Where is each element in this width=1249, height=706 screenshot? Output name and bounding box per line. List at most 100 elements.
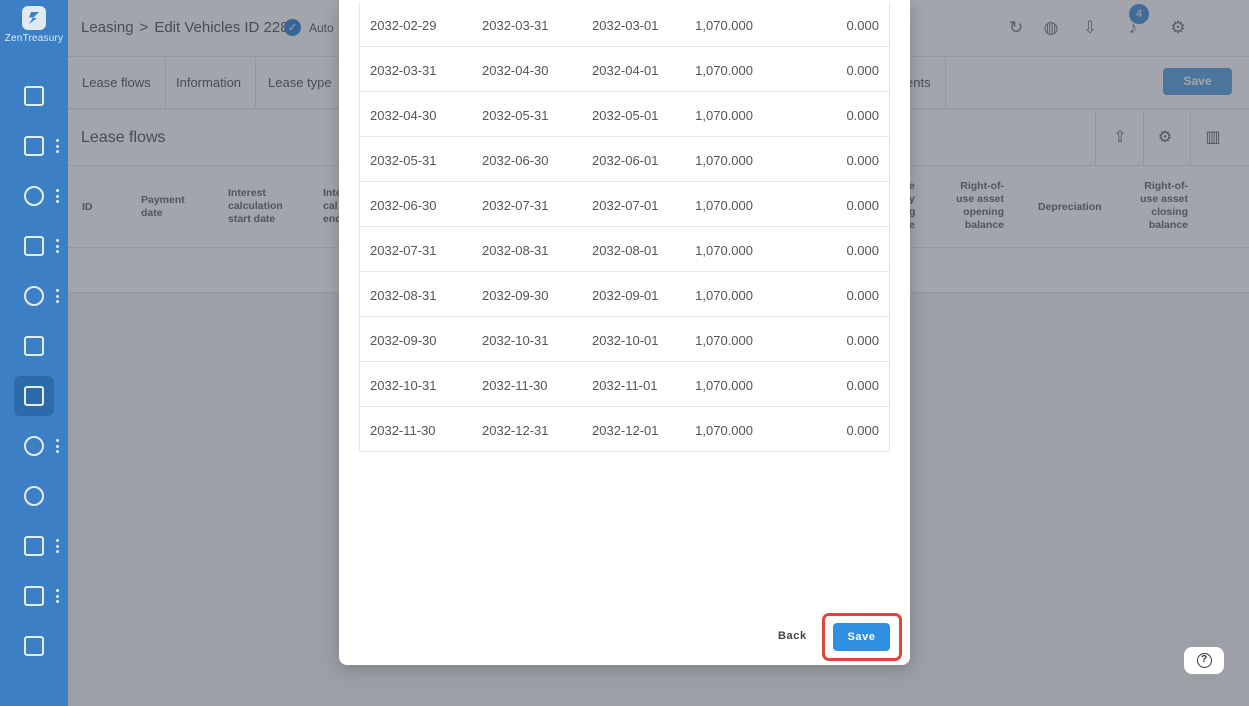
nav-more-accounting[interactable] [56,539,59,553]
clipboard-icon [24,636,44,656]
cell-start: 2032-03-31 [370,63,437,78]
cell-start: 2032-09-30 [370,333,437,348]
nav-more-payments[interactable] [56,289,59,303]
cell-start: 2032-04-30 [370,108,437,123]
cell-amount: 1,070.000 [695,423,753,438]
cell-amount: 1,070.000 [695,378,753,393]
cell-date: 2032-09-01 [592,288,659,303]
app-name: ZenTreasury [4,33,64,44]
cell-value: 0.000 [846,288,879,303]
payments-icon [24,286,44,306]
nav-reports[interactable] [14,326,54,366]
leasing-icon [24,386,44,406]
cell-date: 2032-04-01 [592,63,659,78]
nav-dashboard[interactable] [14,76,54,116]
nav-accounting[interactable] [14,526,54,566]
modal-table: 2032-02-29 2032-03-31 2032-03-01 1,070.000 0… [359,2,890,452]
cell-date: 2032-10-01 [592,333,659,348]
book-icon [24,536,44,556]
document-edit-icon [24,336,44,356]
cell-amount: 1,070.000 [695,243,753,258]
cell-value: 0.000 [846,423,879,438]
cell-start: 2032-11-30 [370,423,436,438]
nav-more-forecast[interactable] [56,189,59,203]
cell-value: 0.000 [846,378,879,393]
cell-end: 2032-07-31 [482,198,549,213]
cell-value: 0.000 [846,243,879,258]
table-row: 2032-05-31 2032-06-30 2032-06-01 1,070.000 0… [360,137,889,182]
dashboard-icon [24,86,44,106]
nav-guarantees[interactable] [14,476,54,516]
nav-forecast[interactable] [14,176,54,216]
cell-value: 0.000 [846,108,879,123]
bank-icon [24,236,44,256]
cell-start: 2032-07-31 [370,243,437,258]
cell-amount: 1,070.000 [695,333,753,348]
sidebar: ZenTreasury [0,0,68,706]
cell-value: 0.000 [846,333,879,348]
app-logo[interactable]: ZenTreasury [0,6,68,44]
cell-value: 0.000 [846,153,879,168]
table-row: 2032-11-30 2032-12-31 2032-12-01 1,070.000 0… [360,407,889,452]
nav-clipboard[interactable] [14,626,54,666]
cell-start: 2032-05-31 [370,153,437,168]
nav-entities[interactable] [14,576,54,616]
cell-start: 2032-08-31 [370,288,437,303]
cell-end: 2032-08-31 [482,243,549,258]
cell-amount: 1,070.000 [695,63,753,78]
nav-bank[interactable] [14,226,54,266]
cell-start: 2032-02-29 [370,18,437,33]
help-button[interactable]: ? [1184,647,1224,674]
cell-end: 2032-03-31 [482,18,549,33]
cell-amount: 1,070.000 [695,198,753,213]
cell-end: 2032-10-31 [482,333,549,348]
cell-end: 2032-12-31 [482,423,549,438]
cell-value: 0.000 [846,18,879,33]
cell-end: 2032-09-30 [482,288,549,303]
cell-date: 2032-11-01 [592,378,658,393]
cell-date: 2032-07-01 [592,198,659,213]
cell-end: 2032-06-30 [482,153,549,168]
telescope-icon [24,186,44,206]
table-row: 2032-03-31 2032-04-30 2032-04-01 1,070.000 0… [360,47,889,92]
nav-leasing[interactable] [14,376,54,416]
nav-more-funds[interactable] [56,439,59,453]
save-button[interactable]: Save [833,623,890,651]
table-row: 2032-06-30 2032-07-31 2032-07-01 1,070.000 0… [360,182,889,227]
cell-amount: 1,070.000 [695,288,753,303]
table-row: 2032-02-29 2032-03-31 2032-03-01 1,070.000 0… [360,2,889,47]
cell-end: 2032-05-31 [482,108,549,123]
table-row: 2032-10-31 2032-11-30 2032-11-01 1,070.000 0… [360,362,889,407]
table-row: 2032-07-31 2032-08-31 2032-08-01 1,070.000 0… [360,227,889,272]
cell-value: 0.000 [846,63,879,78]
nav-funds[interactable] [14,426,54,466]
cell-date: 2032-12-01 [592,423,659,438]
table-row: 2032-08-31 2032-09-30 2032-09-01 1,070.000 0… [360,272,889,317]
building-icon [24,586,44,606]
cell-end: 2032-11-30 [482,378,548,393]
cell-start: 2032-06-30 [370,198,437,213]
cell-amount: 1,070.000 [695,108,753,123]
cell-value: 0.000 [846,198,879,213]
cell-start: 2032-10-31 [370,378,437,393]
help-icon: ? [1196,653,1212,668]
logo-icon [22,6,46,30]
nav-more-bank[interactable] [56,239,59,253]
nav-payments[interactable] [14,276,54,316]
money-bag-icon [24,436,44,456]
nav-flows[interactable] [14,126,54,166]
table-row: 2032-09-30 2032-10-31 2032-10-01 1,070.000 0… [360,317,889,362]
back-button[interactable]: Back [778,630,807,642]
cell-amount: 1,070.000 [695,153,753,168]
nav-more-flows[interactable] [56,139,59,153]
flows-icon [24,136,44,156]
lease-flows-modal: 2032-02-29 2032-03-31 2032-03-01 1,070.000 0… [339,0,910,665]
hands-icon [24,486,44,506]
cell-date: 2032-08-01 [592,243,659,258]
cell-amount: 1,070.000 [695,18,753,33]
table-row: 2032-04-30 2032-05-31 2032-05-01 1,070.000 0… [360,92,889,137]
cell-date: 2032-03-01 [592,18,659,33]
cell-date: 2032-05-01 [592,108,659,123]
cell-end: 2032-04-30 [482,63,549,78]
nav-more-entities[interactable] [56,589,59,603]
